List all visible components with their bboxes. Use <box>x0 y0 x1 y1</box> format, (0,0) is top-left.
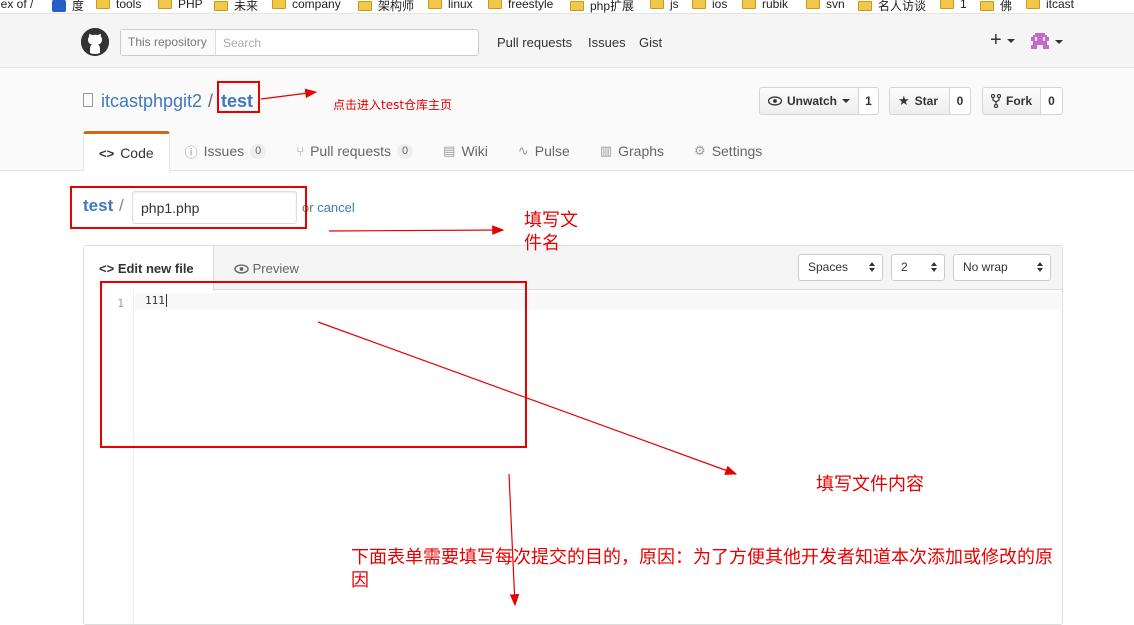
annotation-commit-note: 下面表单需要填写每次提交的目的，原因：为了方便其他开发者知道本次添加或修改的原 … <box>351 547 1053 591</box>
annotation-enter-repo: 点击进入test仓库主页 <box>333 98 453 112</box>
arrow-content <box>317 321 738 475</box>
annotation-arrows <box>260 88 738 607</box>
arrow-filename <box>328 225 505 235</box>
arrow-repo-name <box>260 88 318 100</box>
annotation-fill-content: 填写文件内容 <box>816 474 924 495</box>
annotation-fill-filename: 填写文 件名 <box>524 210 578 254</box>
